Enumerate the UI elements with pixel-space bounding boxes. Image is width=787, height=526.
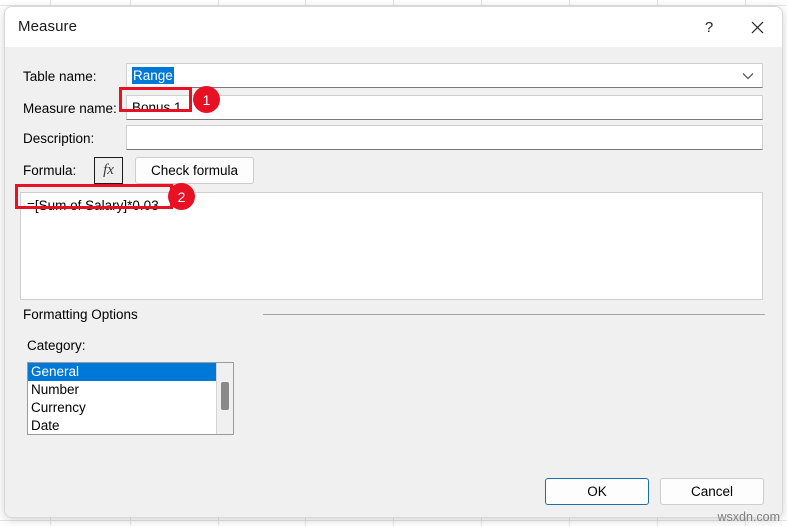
grid-line-horizontal	[0, 520, 787, 521]
measure-dialog: Measure ? Table name: Range Measure name…	[4, 6, 783, 518]
dialog-titlebar: Measure ?	[5, 7, 782, 47]
formula-textarea[interactable]: =[Sum of Salary]*0.03	[20, 192, 763, 300]
formatting-options-group-label: Formatting Options	[23, 307, 138, 322]
measure-name-value: Bonus 1	[132, 100, 182, 115]
category-scrollbar[interactable]	[216, 363, 233, 434]
category-label: Category:	[27, 338, 86, 353]
category-item-number[interactable]: Number	[28, 381, 233, 399]
insert-function-button[interactable]: fx	[94, 157, 123, 184]
formula-value: =[Sum of Salary]*0.03	[27, 198, 159, 213]
scrollbar-thumb[interactable]	[221, 382, 229, 410]
measure-name-label: Measure name:	[23, 101, 117, 116]
question-mark-icon: ?	[704, 18, 714, 36]
category-item-date[interactable]: Date	[28, 417, 233, 434]
dialog-title: Measure	[18, 18, 78, 35]
check-formula-label: Check formula	[150, 163, 239, 178]
check-formula-button[interactable]: Check formula	[135, 157, 254, 184]
cancel-button[interactable]: Cancel	[660, 478, 764, 505]
ok-button[interactable]: OK	[545, 478, 649, 505]
description-label: Description:	[23, 131, 95, 146]
watermark: wsxdn.com	[717, 510, 780, 524]
help-button[interactable]: ?	[686, 7, 732, 47]
close-x-icon	[751, 21, 764, 34]
ok-button-label: OK	[587, 484, 607, 499]
measure-name-input[interactable]: Bonus 1	[126, 95, 763, 120]
category-item-general[interactable]: General	[28, 363, 233, 381]
close-button[interactable]	[734, 7, 780, 47]
chevron-down-icon[interactable]	[742, 72, 754, 80]
table-name-combobox[interactable]: Range	[126, 63, 763, 88]
description-input[interactable]	[126, 125, 763, 150]
category-item-currency[interactable]: Currency	[28, 399, 233, 417]
dialog-body: Table name: Range Measure name: Bonus 1 …	[5, 47, 782, 517]
formula-label: Formula:	[23, 163, 77, 178]
fx-icon: fx	[103, 162, 114, 178]
category-listbox[interactable]: General Number Currency Date	[27, 362, 234, 435]
table-name-value: Range	[132, 67, 174, 84]
table-name-label: Table name:	[23, 69, 97, 84]
group-separator	[263, 314, 765, 315]
cancel-button-label: Cancel	[690, 484, 734, 499]
